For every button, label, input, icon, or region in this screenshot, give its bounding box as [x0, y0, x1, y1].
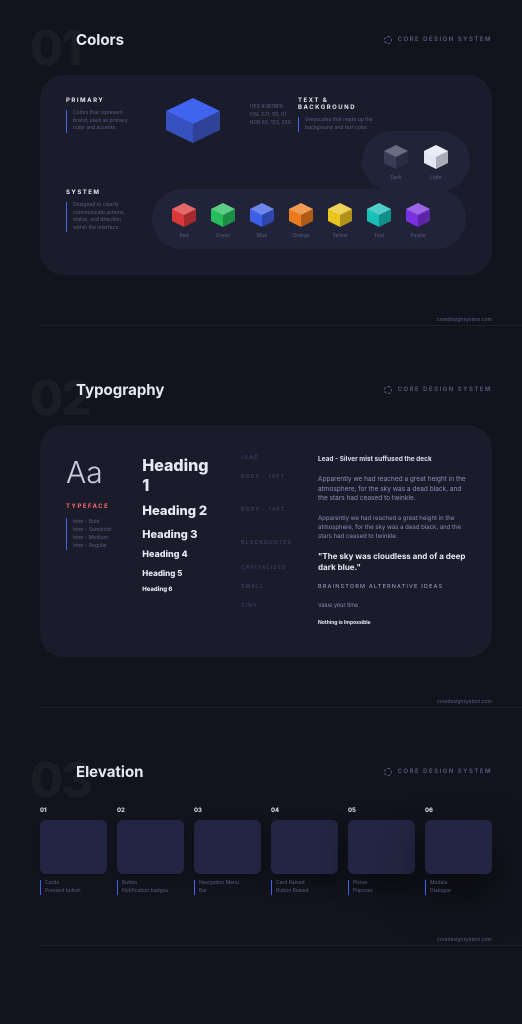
caps-text: BRAINSTORM ALTERNATIVE IDEAS [318, 583, 466, 591]
swatch-yellow: Yellow [326, 201, 354, 239]
badge: CORE DESIGN SYSTEM [384, 768, 492, 776]
section-number: 01 [30, 18, 80, 77]
swatch-teal: Teal [365, 201, 393, 239]
section-elevation: 03 Elevation CORE DESIGN SYSTEM 01 Cards… [0, 732, 522, 905]
elevation-card: 01 Cards Pressed button 02 Button Notifi… [40, 807, 492, 895]
lead-text: Lead - Silver mist suffused the deck [318, 455, 466, 465]
section-colors: 01 Colors CORE DESIGN SYSTEM PRIMARY Col… [0, 0, 522, 285]
badge: CORE DESIGN SYSTEM [384, 386, 492, 394]
elevation-box-icon [40, 820, 107, 874]
badge-ring-icon [384, 768, 392, 776]
primary-rgb: RGB 62, 123, 250 [250, 119, 291, 127]
elevation-05: 05 Picker Popover [348, 807, 415, 895]
primary-hex: HEX #3B7BFA [250, 103, 291, 111]
badge-ring-icon [384, 36, 392, 44]
textbg-desc: Greyscales that made up the background a… [298, 117, 378, 132]
heading-6: Heading 6 [142, 586, 215, 593]
background-swatches: Dark Light [362, 131, 470, 191]
system-label: SYSTEM [66, 189, 136, 196]
elevation-02: 02 Button Notification badges [117, 807, 184, 895]
typography-card: Aa TYPEFACE Inter - Bold Inter - Semibol… [40, 425, 492, 657]
textbg-label: TEXT & BACKGROUND [298, 97, 378, 111]
primary-hsl: HSL 221, 95, 61 [250, 111, 291, 119]
headings-col: Heading 1 Heading 2 Heading 3 Heading 4 … [142, 455, 215, 627]
section-number: 02 [30, 368, 90, 427]
primary-desc: Colors that represent brand, used as pri… [66, 110, 136, 133]
heading-3: Heading 3 [142, 527, 215, 541]
primary-cube-icon [158, 93, 228, 148]
elevation-03: 03 Navigation Menu Bar [194, 807, 261, 895]
elevation-06: 06 Modals Dialogue [425, 807, 492, 895]
heading-5: Heading 5 [142, 568, 215, 578]
badge-label: CORE DESIGN SYSTEM [398, 36, 492, 43]
footer-link: coredesignsystem.com [40, 937, 522, 946]
typeface-label: TYPEFACE [66, 503, 116, 510]
body-col: Lead - Silver mist suffused the deck App… [318, 455, 466, 627]
primary-label: PRIMARY [66, 97, 136, 104]
small-text: Value your time [318, 602, 466, 610]
heading-2: Heading 2 [142, 503, 215, 519]
section-number: 03 [30, 750, 91, 809]
badge-label: CORE DESIGN SYSTEM [398, 386, 492, 393]
swatch-blue: Blue [248, 201, 276, 239]
section-title: Colors [76, 30, 124, 49]
elevation-box-icon [271, 820, 338, 874]
swatch-green: Green [209, 201, 237, 239]
footer-link: coredesignsystem.com [40, 317, 522, 326]
swatch-dark: Dark [382, 143, 410, 181]
footer-link: coredesignsystem.com [40, 699, 522, 708]
body14-text: Apparently we had reached a great height… [318, 514, 466, 541]
badge-label: CORE DESIGN SYSTEM [398, 768, 492, 775]
heading-1: Heading 1 [142, 455, 215, 495]
elevation-04: 04 Card Raised Button Raised [271, 807, 338, 895]
elevation-01: 01 Cards Pressed button [40, 807, 107, 895]
swatch-purple: Purple [404, 201, 432, 239]
elevation-box-icon [348, 820, 415, 874]
swatch-red: Red [170, 201, 198, 239]
badge-ring-icon [384, 386, 392, 394]
body16-text: Apparently we had reached a great height… [318, 475, 466, 504]
section-typography: 02 Typography CORE DESIGN SYSTEM Aa TYPE… [0, 350, 522, 667]
tiny-text: Nothing is Impossible [318, 620, 466, 628]
typeface-weights: Inter - Bold Inter - Semibold Inter - Me… [66, 518, 116, 550]
elevation-box-icon [425, 820, 492, 874]
elevation-box-icon [117, 820, 184, 874]
badge: CORE DESIGN SYSTEM [384, 36, 492, 44]
swatch-orange: Orange [287, 201, 315, 239]
type-sample: Aa [66, 455, 116, 491]
system-desc: Designed to clearly communicate actions,… [66, 202, 136, 232]
colors-card: PRIMARY Colors that represent brand, use… [40, 75, 492, 275]
blockquote-text: "The sky was cloudless and of a deep dar… [318, 551, 466, 573]
elevation-box-icon [194, 820, 261, 874]
system-swatches: Red Green Blue Orange Yellow Teal Purple [152, 189, 466, 249]
heading-4: Heading 4 [142, 549, 215, 560]
style-labels: LEAD BODY - 16PT BODY - 14PT BLOCKQUOTES… [241, 455, 292, 627]
swatch-light: Light [422, 143, 450, 181]
